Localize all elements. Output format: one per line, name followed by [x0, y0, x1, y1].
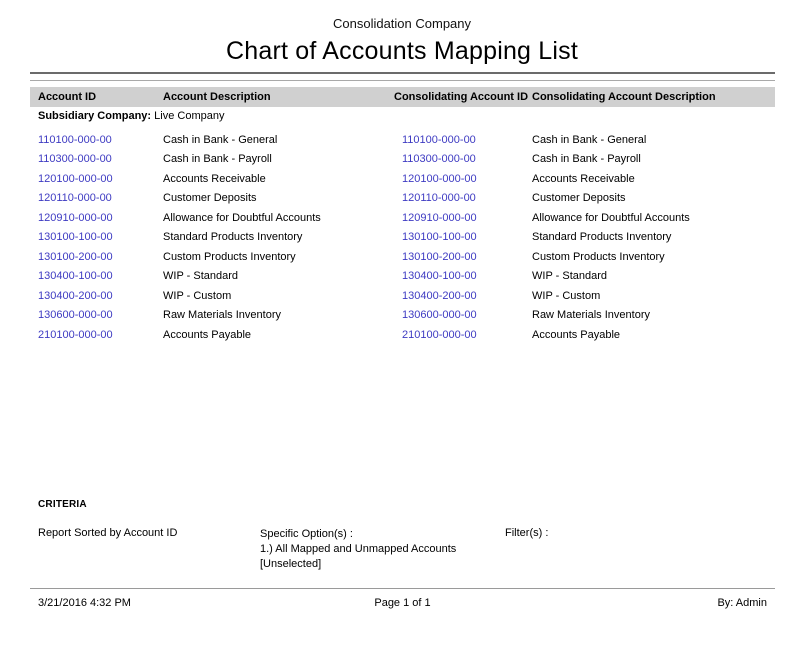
consolidating-account-id-link[interactable]: 130400-100-00: [394, 270, 532, 282]
account-description: Custom Products Inventory: [163, 251, 394, 263]
table-row: 130400-100-00 WIP - Standard 130400-100-…: [30, 267, 775, 287]
account-id-link[interactable]: 120910-000-00: [30, 212, 163, 224]
consolidating-account-description: Accounts Receivable: [532, 173, 775, 185]
specific-options-label: Specific Option(s) :: [260, 527, 456, 542]
consolidating-account-id-link[interactable]: 110300-000-00: [394, 153, 532, 165]
account-description: WIP - Custom: [163, 290, 394, 302]
company-name: Consolidation Company: [0, 16, 804, 31]
page-title: Chart of Accounts Mapping List: [0, 37, 804, 66]
title-divider-light: [30, 80, 775, 81]
account-description: Raw Materials Inventory: [163, 309, 394, 321]
table-row: 110100-000-00 Cash in Bank - General 110…: [30, 130, 775, 150]
account-id-link[interactable]: 130100-200-00: [30, 251, 163, 263]
footer-divider: [30, 588, 775, 589]
criteria-specific-options: Specific Option(s) : 1.) All Mapped and …: [260, 527, 456, 572]
consolidating-account-description: Allowance for Doubtful Accounts: [532, 212, 775, 224]
consolidating-account-description: Standard Products Inventory: [532, 231, 775, 243]
consolidating-account-id-link[interactable]: 120110-000-00: [394, 192, 532, 204]
table-row: 130100-100-00 Standard Products Inventor…: [30, 228, 775, 248]
consolidating-account-id-link[interactable]: 130100-200-00: [394, 251, 532, 263]
account-id-link[interactable]: 130400-200-00: [30, 290, 163, 302]
consolidating-account-description: Accounts Payable: [532, 329, 775, 341]
account-id-link[interactable]: 110300-000-00: [30, 153, 163, 165]
table-row: 130100-200-00 Custom Products Inventory …: [30, 247, 775, 267]
consolidating-account-id-link[interactable]: 130400-200-00: [394, 290, 532, 302]
consolidating-account-description: Cash in Bank - General: [532, 134, 775, 146]
table-row: 130400-200-00 WIP - Custom 130400-200-00…: [30, 286, 775, 306]
account-id-link[interactable]: 120100-000-00: [30, 173, 163, 185]
criteria-filters-label: Filter(s) :: [505, 527, 548, 539]
consolidating-account-id-link[interactable]: 120100-000-00: [394, 173, 532, 185]
account-description: Accounts Payable: [163, 329, 394, 341]
table-row: 110300-000-00 Cash in Bank - Payroll 110…: [30, 150, 775, 170]
table-row: 120910-000-00 Allowance for Doubtful Acc…: [30, 208, 775, 228]
consolidating-account-description: WIP - Standard: [532, 270, 775, 282]
consolidating-account-id-link[interactable]: 120910-000-00: [394, 212, 532, 224]
criteria-sorted-by: Report Sorted by Account ID: [38, 527, 177, 539]
consolidating-account-description: WIP - Custom: [532, 290, 775, 302]
consolidating-account-description: Customer Deposits: [532, 192, 775, 204]
table-row: 210100-000-00 Accounts Payable 210100-00…: [30, 325, 775, 345]
table-header-row: Account ID Account Description Consolida…: [30, 87, 775, 107]
consolidating-account-description: Cash in Bank - Payroll: [532, 153, 775, 165]
consolidating-account-id-link[interactable]: 130100-100-00: [394, 231, 532, 243]
account-id-link[interactable]: 130100-100-00: [30, 231, 163, 243]
account-description: Cash in Bank - General: [163, 134, 394, 146]
footer-printed-by: By: Admin: [30, 597, 775, 609]
account-id-link[interactable]: 110100-000-00: [30, 134, 163, 146]
account-id-link[interactable]: 210100-000-00: [30, 329, 163, 341]
column-header-account-id: Account ID: [30, 91, 163, 103]
consolidating-account-id-link[interactable]: 110100-000-00: [394, 134, 532, 146]
specific-option-line: [Unselected]: [260, 557, 456, 572]
column-header-consolidating-account-description: Consolidating Account Description: [532, 91, 775, 103]
account-id-link[interactable]: 120110-000-00: [30, 192, 163, 204]
account-id-link[interactable]: 130600-000-00: [30, 309, 163, 321]
account-description: Standard Products Inventory: [163, 231, 394, 243]
account-id-link[interactable]: 130400-100-00: [30, 270, 163, 282]
account-description: WIP - Standard: [163, 270, 394, 282]
column-header-account-description: Account Description: [163, 91, 394, 103]
account-description: Allowance for Doubtful Accounts: [163, 212, 394, 224]
subsidiary-group-label: Subsidiary Company:: [38, 110, 151, 122]
criteria-heading: CRITERIA: [38, 499, 87, 510]
account-description: Accounts Receivable: [163, 173, 394, 185]
column-header-consolidating-account-id: Consolidating Account ID: [394, 91, 532, 103]
account-description: Cash in Bank - Payroll: [163, 153, 394, 165]
table-row: 120100-000-00 Accounts Receivable 120100…: [30, 169, 775, 189]
table-row: 130600-000-00 Raw Materials Inventory 13…: [30, 306, 775, 326]
subsidiary-group-row: Subsidiary Company: Live Company: [38, 110, 224, 122]
consolidating-account-id-link[interactable]: 210100-000-00: [394, 329, 532, 341]
consolidating-account-description: Raw Materials Inventory: [532, 309, 775, 321]
account-description: Customer Deposits: [163, 192, 394, 204]
consolidating-account-id-link[interactable]: 130600-000-00: [394, 309, 532, 321]
title-divider-dark: [30, 72, 775, 74]
table-body: 110100-000-00 Cash in Bank - General 110…: [30, 130, 775, 345]
subsidiary-group-value: Live Company: [154, 110, 224, 122]
table-row: 120110-000-00 Customer Deposits 120110-0…: [30, 189, 775, 209]
report-page: Consolidation Company Chart of Accounts …: [0, 0, 804, 672]
consolidating-account-description: Custom Products Inventory: [532, 251, 775, 263]
specific-option-line: 1.) All Mapped and Unmapped Accounts: [260, 542, 456, 557]
